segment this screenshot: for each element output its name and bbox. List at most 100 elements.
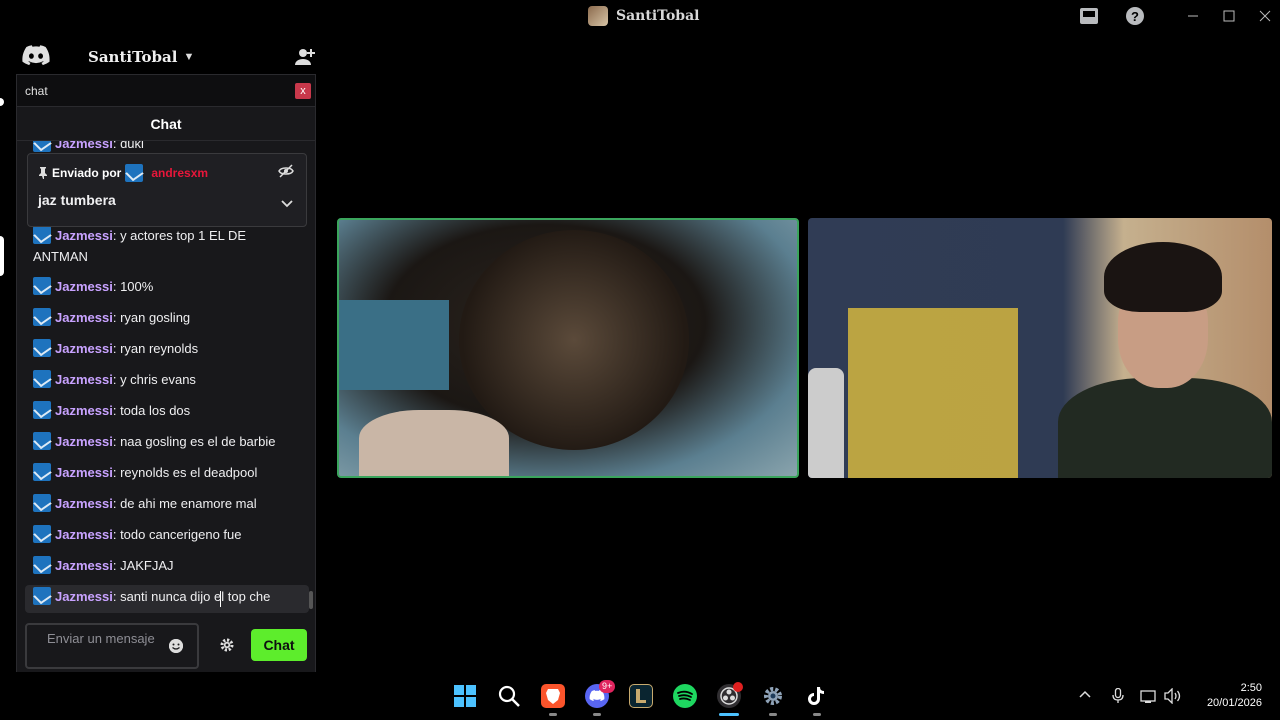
pin-icon (39, 167, 47, 179)
chat-message: Jazmessi: reynolds es el deadpool (33, 462, 299, 483)
server-avatar (588, 6, 608, 26)
moderator-badge-icon (33, 525, 51, 543)
start-icon[interactable] (453, 684, 477, 708)
brave-running-indicator (549, 713, 557, 716)
chat-message: Jazmessi: de ahi me enamore mal (33, 493, 299, 514)
pinned-message[interactable]: Enviado por andresxm jaz tumbera (27, 153, 307, 227)
chat-scrollbar[interactable] (309, 591, 313, 609)
video-tile[interactable] (808, 218, 1272, 478)
moderator-badge-icon (33, 494, 51, 512)
message-text: JAKFJAJ (120, 558, 174, 573)
chat-message: Jazmessi: toda los dos (33, 400, 299, 421)
recording-indicator (733, 682, 743, 692)
moderator-badge-icon (33, 370, 51, 388)
maximize-icon[interactable] (1218, 4, 1240, 28)
spotify-icon[interactable] (673, 684, 697, 708)
message-username[interactable]: Jazmessi (55, 403, 113, 418)
server-name: SantiTobal (88, 48, 178, 66)
moderator-badge-icon (125, 164, 144, 182)
close-window-icon[interactable] (1254, 4, 1276, 28)
message-username[interactable]: Jazmessi (55, 465, 113, 480)
add-member-icon[interactable] (294, 46, 316, 68)
video-feed-visual (1104, 242, 1222, 312)
settings-running-indicator (769, 713, 777, 716)
help-icon[interactable]: ? (1124, 4, 1146, 28)
pinned-header: Enviado por andresxm (38, 164, 208, 182)
obs-active-indicator (719, 713, 739, 716)
svg-text:?: ? (1131, 9, 1139, 24)
moderator-badge-icon (33, 587, 51, 605)
video-feed-visual (339, 300, 449, 390)
message-text: naa gosling es el de barbie (120, 434, 276, 449)
pinned-sender[interactable]: andresxm (151, 166, 208, 180)
moderator-badge-icon (33, 339, 51, 357)
message-username[interactable]: Jazmessi (55, 141, 113, 151)
video-feed-visual (359, 410, 509, 476)
message-text: toda los dos (120, 403, 191, 418)
settings-icon[interactable] (761, 684, 785, 708)
server-header[interactable]: SantiTobal ▼ (72, 40, 328, 74)
rail-selected-indicator (0, 236, 4, 276)
moderator-badge-icon (33, 556, 51, 574)
chat-message: Jazmessi: JAKFJAJ (33, 555, 299, 576)
discord-icon[interactable] (22, 44, 50, 68)
message-username[interactable]: Jazmessi (55, 279, 113, 294)
message-text: de ahi me enamore mal (120, 496, 257, 511)
chat-message: Jazmessi: ryan reynolds (33, 338, 299, 359)
tray-overflow-chevron-icon[interactable] (1078, 688, 1092, 702)
chevron-down-icon[interactable] (280, 196, 294, 210)
chat-message: Jazmessi: santi nunca dijo el top che (33, 586, 299, 607)
window-titlebar: SantiTobal ? (0, 0, 1280, 32)
message-username[interactable]: Jazmessi (55, 496, 113, 511)
network-icon[interactable] (1140, 688, 1158, 707)
video-tile-speaking[interactable] (337, 218, 799, 478)
message-username[interactable]: Jazmessi (55, 558, 113, 573)
hide-eye-icon[interactable] (278, 164, 294, 178)
chat-message: Jazmessi: naa gosling es el de barbie (33, 431, 299, 452)
inbox-icon[interactable] (1078, 4, 1100, 28)
league-icon[interactable] (629, 684, 653, 708)
clock-date: 20/01/2026 (1206, 697, 1262, 709)
chat-message: Jazmessi: y actores top 1 EL DE ANTMAN (33, 226, 247, 264)
chat-message: Jazmessi: y chris evans (33, 369, 299, 390)
search-icon[interactable] (497, 684, 521, 708)
message-username[interactable]: Jazmessi (55, 341, 113, 356)
moderator-badge-icon (33, 432, 51, 450)
gear-icon[interactable] (219, 637, 235, 653)
microphone-icon[interactable] (1112, 687, 1124, 707)
emote-picker-icon[interactable] (169, 639, 183, 653)
chat-header: Chat (17, 107, 315, 141)
pinned-label: Enviado por (52, 166, 122, 180)
message-username[interactable]: Jazmessi (55, 527, 113, 542)
message-input[interactable]: Enviar un mensaje (25, 623, 199, 669)
minimize-icon[interactable] (1182, 4, 1204, 28)
brave-icon[interactable] (541, 684, 565, 708)
message-text: ryan reynolds (120, 341, 199, 356)
pinned-text: jaz tumbera (38, 192, 116, 208)
message-username[interactable]: Jazmessi (55, 372, 113, 387)
window-title-text: SantiTobal (616, 8, 700, 24)
volume-icon[interactable] (1164, 687, 1182, 707)
chat-overlay-panel: chat x Chat Jazmessi: duki Jazmessi: y a… (16, 74, 316, 680)
taskbar-clock[interactable]: 2:50 20/01/2026 (1196, 681, 1262, 711)
message-text: reynolds es el deadpool (120, 465, 258, 480)
close-overlay-button[interactable]: x (295, 83, 311, 99)
message-username[interactable]: Jazmessi (55, 228, 113, 243)
overlay-search-value: chat (25, 83, 48, 98)
moderator-badge-icon (33, 226, 51, 244)
send-chat-button[interactable]: Chat (251, 629, 307, 661)
message-text: y chris evans (120, 372, 196, 387)
message-username[interactable]: Jazmessi (55, 310, 113, 325)
overlay-search-bar[interactable]: chat x (17, 75, 315, 107)
chat-message: Jazmessi: todo cancerigeno fue (33, 524, 299, 545)
moderator-badge-icon (33, 277, 51, 295)
moderator-badge-icon (33, 308, 51, 326)
moderator-badge-icon (33, 141, 51, 152)
message-text: ryan gosling (120, 310, 191, 325)
moderator-badge-icon (33, 463, 51, 481)
tiktok-icon[interactable] (805, 684, 829, 708)
video-feed-visual (1058, 378, 1272, 478)
message-username[interactable]: Jazmessi (55, 434, 113, 449)
video-feed-visual (808, 368, 844, 478)
message-username[interactable]: Jazmessi (55, 589, 113, 604)
